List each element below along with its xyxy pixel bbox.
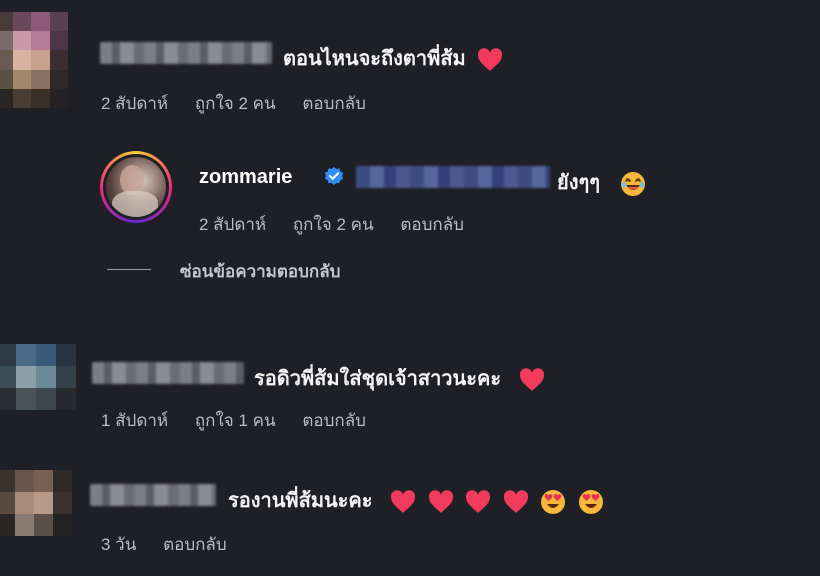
likes-count[interactable]: ถูกใจ 2 คน <box>293 215 374 234</box>
likes-count[interactable]: ถูกใจ 1 คน <box>195 411 276 430</box>
comment-text: รอดิวพี่ส้มใส่ชุดเจ้าสาวนะคะ <box>254 362 545 394</box>
hide-replies-button[interactable]: ซ่อนข้อความตอบกลับ <box>180 258 340 285</box>
username-blurred[interactable] <box>92 362 244 384</box>
timestamp[interactable]: 2 สัปดาห์ <box>199 215 266 234</box>
heart-icon <box>466 489 491 513</box>
reply-button[interactable]: ตอบกลับ <box>400 215 464 234</box>
heart-eyes-face-icon <box>578 489 603 514</box>
timestamp[interactable]: 1 สัปดาห์ <box>101 411 168 430</box>
comment-meta: 2 สัปดาห์ ถูกใจ 2 คน ตอบกลับ <box>199 211 486 238</box>
reply-button[interactable]: ตอบกลับ <box>163 535 227 554</box>
verified-badge-icon <box>324 166 344 185</box>
heart-icon <box>391 489 416 513</box>
reply-button[interactable]: ตอบกลับ <box>302 94 366 113</box>
avatar[interactable] <box>0 344 76 410</box>
comment-text: รองานพี่ส้มนะคะ <box>228 484 604 516</box>
username-blurred[interactable] <box>100 42 272 64</box>
username-blurred[interactable] <box>90 484 216 506</box>
avatar <box>106 157 166 217</box>
comment-text-content: รอดิวพี่ส้มใส่ชุดเจ้าสาวนะคะ <box>254 368 502 390</box>
comment-text-content: ยังๆๆ <box>557 172 600 194</box>
avatar[interactable] <box>0 470 72 536</box>
divider-line <box>107 269 151 270</box>
comment-text-content: ตอนไหนจะถึงตาพี่ส้ม <box>283 48 466 70</box>
heart-icon <box>503 489 528 513</box>
comment-meta: 1 สัปดาห์ ถูกใจ 1 คน ตอบกลับ <box>101 407 388 434</box>
comment-meta: 3 วัน ตอบกลับ <box>101 531 249 558</box>
heart-icon <box>519 367 544 391</box>
username[interactable]: zommarie <box>199 166 292 189</box>
story-ring[interactable] <box>100 151 172 223</box>
comment-meta: 2 สัปดาห์ ถูกใจ 2 คน ตอบกลับ <box>101 90 388 117</box>
timestamp[interactable]: 3 วัน <box>101 535 136 554</box>
heart-icon <box>428 489 453 513</box>
comment-text-content: รองานพี่ส้มนะคะ <box>228 490 373 512</box>
heart-icon <box>478 47 503 71</box>
avatar[interactable] <box>0 12 68 108</box>
comment-text: ยังๆๆ <box>557 166 646 198</box>
timestamp[interactable]: 2 สัปดาห์ <box>101 94 168 113</box>
mention-blurred[interactable] <box>356 166 550 188</box>
heart-eyes-face-icon <box>541 489 566 514</box>
likes-count[interactable]: ถูกใจ 2 คน <box>195 94 276 113</box>
comment-text: ตอนไหนจะถึงตาพี่ส้ม <box>283 42 503 74</box>
reply-button[interactable]: ตอบกลับ <box>302 411 366 430</box>
laughing-face-icon <box>620 171 645 196</box>
